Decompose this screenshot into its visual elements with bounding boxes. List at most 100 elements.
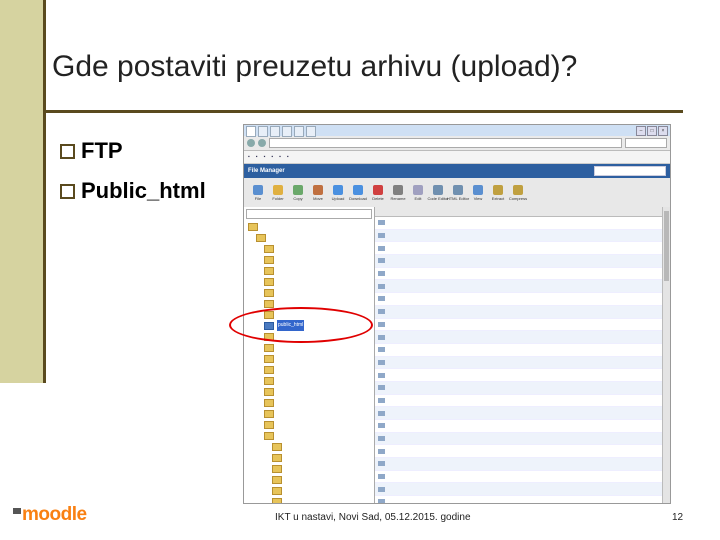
tree-node[interactable] xyxy=(244,287,374,298)
file-row[interactable] xyxy=(375,395,670,408)
tree-node[interactable] xyxy=(244,232,374,243)
tree-node[interactable] xyxy=(244,452,374,463)
folder-icon xyxy=(377,359,385,365)
toolbar-icon xyxy=(273,185,283,195)
forward-arrow-icon[interactable] xyxy=(258,139,266,147)
bookmark-item[interactable]: ▪ xyxy=(279,154,281,160)
column-date[interactable] xyxy=(521,207,583,216)
tree-node[interactable] xyxy=(244,419,374,430)
toolbar-button[interactable]: File xyxy=(250,185,266,201)
bookmark-item[interactable]: ▪ xyxy=(287,154,289,160)
toolbar-button[interactable]: Code Editor xyxy=(427,185,449,201)
folder-icon xyxy=(377,283,385,289)
file-row[interactable] xyxy=(375,319,670,332)
browser-tab[interactable] xyxy=(246,126,256,137)
toolbar-icon xyxy=(293,185,303,195)
column-size[interactable] xyxy=(501,207,521,216)
tree-node[interactable] xyxy=(244,276,374,287)
browser-search-input[interactable] xyxy=(625,138,667,148)
browser-tab[interactable] xyxy=(294,126,304,137)
file-row[interactable] xyxy=(375,369,670,382)
file-row[interactable] xyxy=(375,268,670,281)
scroll-thumb[interactable] xyxy=(664,211,669,281)
column-name[interactable] xyxy=(387,207,501,216)
file-row[interactable] xyxy=(375,496,670,503)
toolbar-button[interactable]: Compress xyxy=(508,185,528,201)
browser-tab[interactable] xyxy=(306,126,316,137)
tree-node[interactable] xyxy=(244,463,374,474)
tree-node[interactable] xyxy=(244,265,374,276)
list-scrollbar[interactable] xyxy=(662,207,670,503)
tree-node[interactable] xyxy=(244,474,374,485)
toolbar-button[interactable]: Folder xyxy=(270,185,286,201)
slide-title: Gde postaviti preuzetu arhivu (upload)? xyxy=(52,50,578,83)
tree-node[interactable] xyxy=(244,364,374,375)
bullet-public-html: Public_html xyxy=(60,178,206,204)
file-row[interactable] xyxy=(375,242,670,256)
file-row[interactable] xyxy=(375,280,670,294)
bookmark-item[interactable]: ▪ xyxy=(271,154,273,160)
file-row[interactable] xyxy=(375,305,670,319)
minimize-icon[interactable]: – xyxy=(636,126,646,136)
maximize-icon[interactable]: □ xyxy=(647,126,657,136)
browser-tab[interactable] xyxy=(258,126,268,137)
file-row[interactable] xyxy=(375,458,670,471)
tree-node[interactable] xyxy=(244,485,374,496)
file-row[interactable] xyxy=(375,381,670,395)
tree-node[interactable] xyxy=(244,353,374,364)
toolbar-button[interactable]: Delete xyxy=(370,185,386,201)
toolbar-button[interactable]: Rename xyxy=(390,185,406,201)
toolbar-button[interactable]: Extract xyxy=(490,185,506,201)
toolbar-label: Compress xyxy=(508,196,528,201)
folder-icon xyxy=(272,442,282,451)
tree-node[interactable] xyxy=(244,386,374,397)
tree-node[interactable] xyxy=(244,408,374,419)
browser-tab[interactable] xyxy=(270,126,280,137)
tree-node[interactable] xyxy=(244,254,374,265)
toolbar-button[interactable]: View xyxy=(470,185,486,201)
toolbar-button[interactable]: Edit xyxy=(410,185,426,201)
tree-node[interactable] xyxy=(244,441,374,452)
toolbar-button[interactable]: Upload xyxy=(330,185,346,201)
file-row[interactable] xyxy=(375,483,670,497)
folder-icon xyxy=(272,475,282,484)
bookmark-item[interactable]: ▪ xyxy=(256,154,258,160)
tree-node[interactable] xyxy=(244,397,374,408)
close-icon[interactable]: × xyxy=(658,126,668,136)
file-row[interactable] xyxy=(375,407,670,420)
file-row[interactable] xyxy=(375,255,670,268)
toolbar-button[interactable]: Download xyxy=(349,185,367,201)
tree-node[interactable] xyxy=(244,221,374,232)
url-input[interactable] xyxy=(269,138,622,148)
bookmark-item[interactable]: ▪ xyxy=(248,154,250,160)
tree-path-input[interactable] xyxy=(246,209,372,219)
tree-node[interactable] xyxy=(244,243,374,254)
toolbar-button[interactable]: HTML Editor xyxy=(447,185,469,201)
browser-tab[interactable] xyxy=(282,126,292,137)
file-row[interactable] xyxy=(375,420,670,433)
highlight-ellipse xyxy=(229,307,373,343)
toolbar-button[interactable]: Move xyxy=(310,185,326,201)
toolbar-button[interactable]: Copy xyxy=(290,185,306,201)
tree-node[interactable] xyxy=(244,375,374,386)
file-row[interactable] xyxy=(375,293,670,306)
tree-node[interactable] xyxy=(244,342,374,353)
column-type[interactable] xyxy=(583,207,645,216)
tree-node[interactable] xyxy=(244,496,374,503)
file-row[interactable] xyxy=(375,344,670,357)
file-row[interactable] xyxy=(375,471,670,484)
folder-icon xyxy=(377,372,385,378)
toolbar-icon xyxy=(253,185,263,195)
file-row[interactable] xyxy=(375,356,670,370)
file-row[interactable] xyxy=(375,229,670,243)
row-icon xyxy=(375,474,387,480)
back-arrow-icon[interactable] xyxy=(247,139,255,147)
file-search-input[interactable] xyxy=(594,166,666,176)
file-row[interactable] xyxy=(375,432,670,446)
bookmark-item[interactable]: ▪ xyxy=(264,154,266,160)
file-row[interactable] xyxy=(375,331,670,344)
folder-icon xyxy=(377,385,385,391)
tree-node[interactable] xyxy=(244,430,374,441)
file-row[interactable] xyxy=(375,217,670,230)
file-row[interactable] xyxy=(375,445,670,459)
